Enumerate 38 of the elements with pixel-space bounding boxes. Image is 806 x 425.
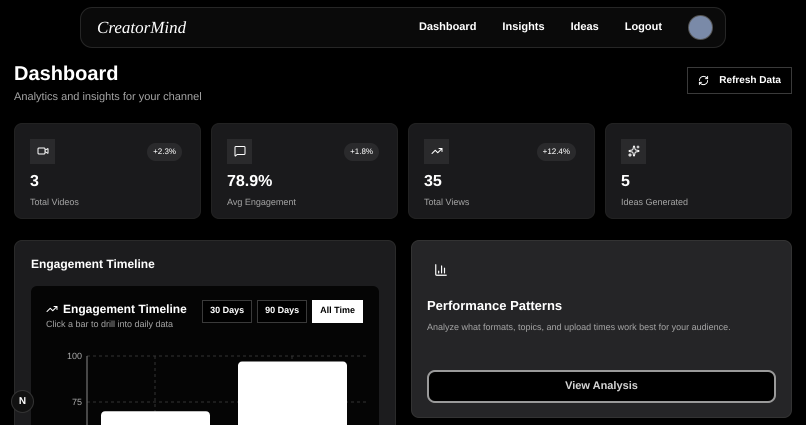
stat-value: 35 [424,172,443,192]
chart-subtitle: Click a bar to drill into daily data [46,318,174,331]
panel-title: Performance Patterns [427,296,564,314]
stat-value: 3 [30,172,40,192]
panel-title: Engagement Timeline [31,256,156,272]
refresh-button[interactable]: Refresh Data [687,67,792,94]
avatar[interactable] [688,15,713,40]
logo[interactable]: CreatorMind [97,14,186,40]
view-analysis-button[interactable]: View Analysis [427,370,776,402]
nav-link[interactable]: Dashboard [418,19,476,36]
change-badge: +2.3% [147,142,182,160]
bar-chart-icon [434,262,448,276]
change-badge: +1.8% [344,142,379,160]
stat-value: 78.9% [227,172,274,192]
nav-link[interactable]: Insights [502,19,545,36]
video-icon [30,138,55,164]
panel-description: Analyze what formats, topics, and upload times work best for your audience. [427,321,732,334]
nav-link[interactable]: Logout [624,19,662,36]
refresh-icon [698,75,710,86]
range-tab[interactable]: 90 Days [257,300,308,322]
chart-bar[interactable] [101,411,210,425]
stat-value: 5 [621,172,631,192]
stat-label: Total Views [424,196,470,208]
axis-tick-label: 75 [72,397,82,407]
chat-bubble-icon [227,138,252,164]
sparkles-icon [621,138,646,164]
page-subtitle: Analytics and insights for your channel [14,90,202,105]
stat-label: Ideas Generated [621,196,690,208]
stat-label: Total Videos [30,196,80,208]
page-title: Dashboard [14,62,120,86]
nav-link[interactable]: Ideas [570,19,599,36]
stat-label: Avg Engagement [227,196,297,209]
change-badge: +12.4% [536,142,576,160]
range-tab[interactable]: All Time [312,300,363,322]
chart-title: Engagement Timeline [63,300,187,318]
trending-up-icon [424,138,449,164]
range-tab[interactable]: 30 Days [202,300,252,322]
axis-tick-label: 100 [66,351,82,361]
